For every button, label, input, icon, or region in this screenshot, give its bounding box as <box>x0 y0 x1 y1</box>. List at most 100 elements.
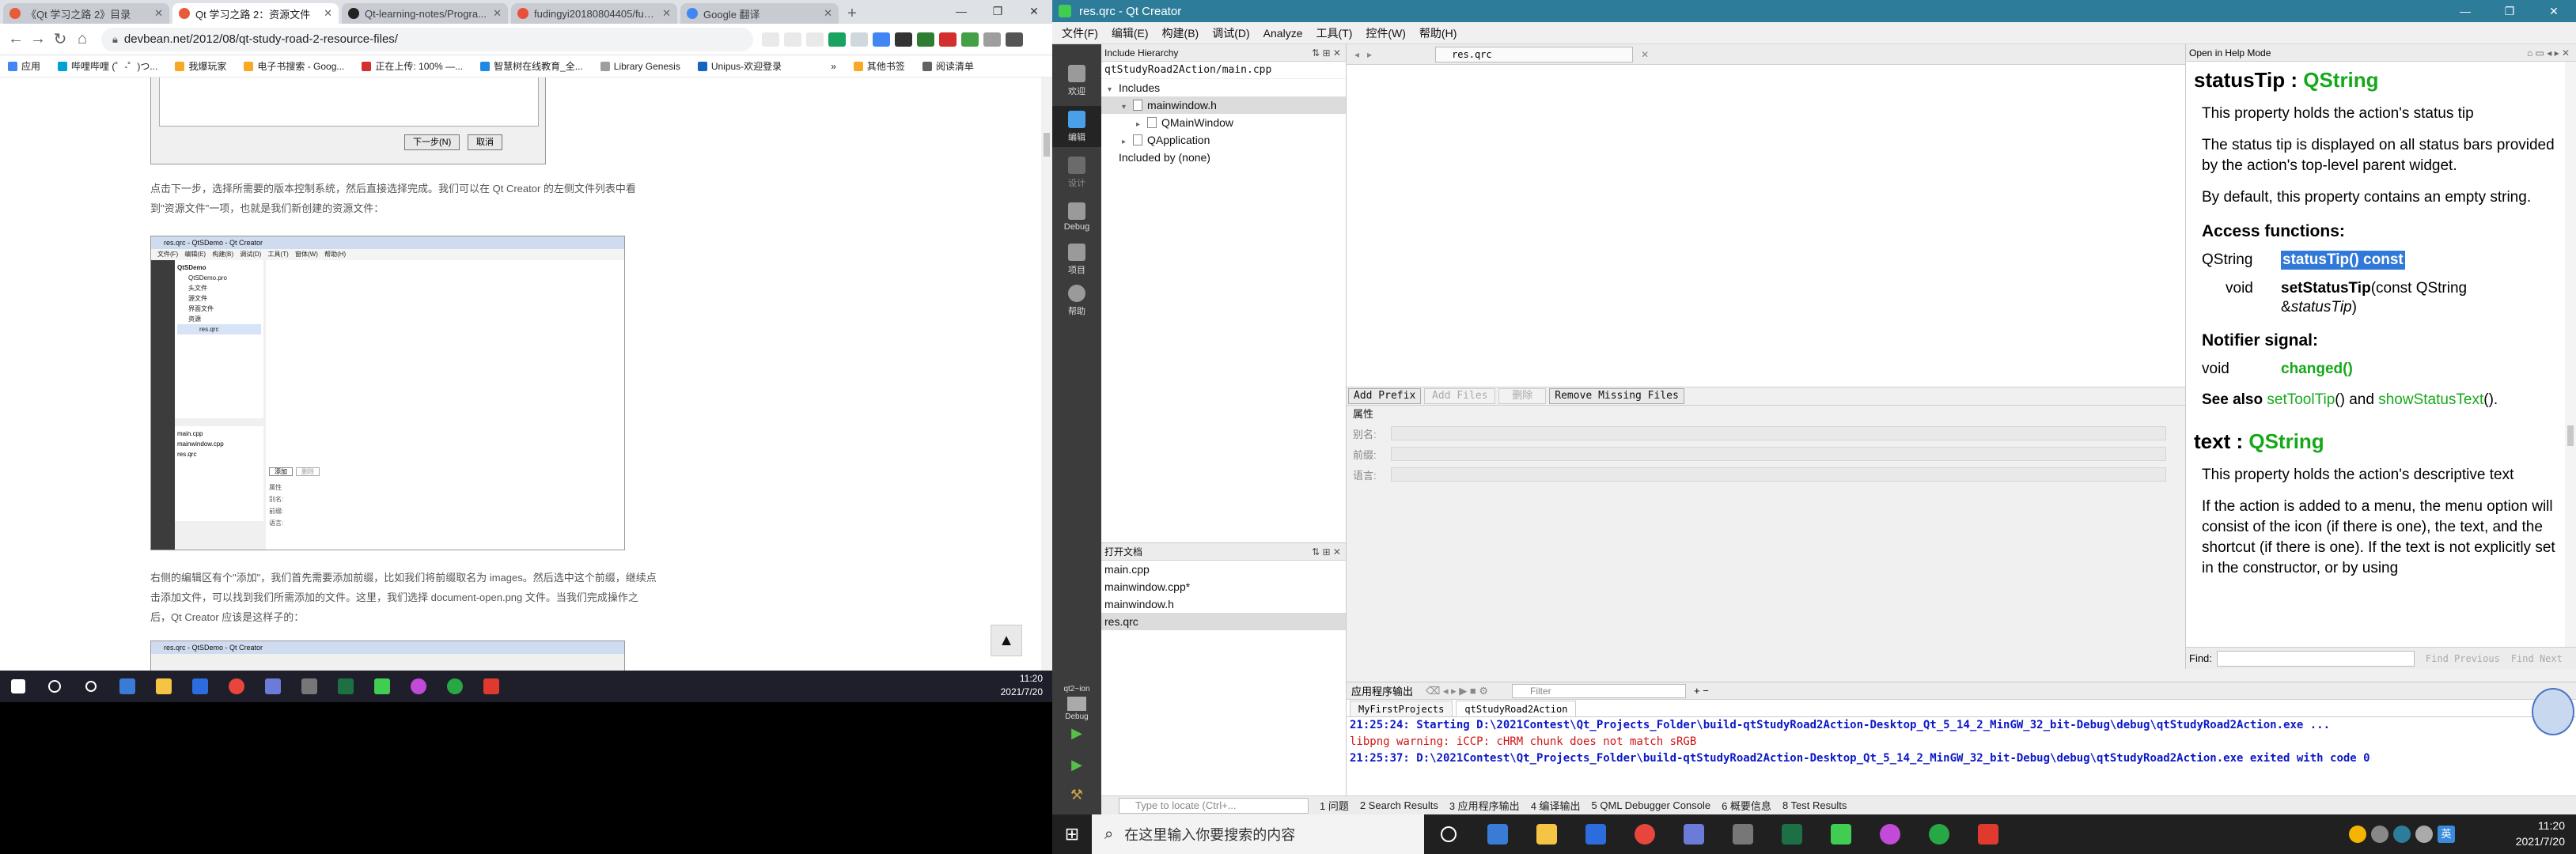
share-icon[interactable] <box>762 32 779 47</box>
type-link[interactable]: QString <box>2248 429 2324 453</box>
mail-icon[interactable] <box>109 671 146 702</box>
language-field[interactable] <box>1390 467 2166 482</box>
close-icon[interactable]: ✕ <box>324 7 332 20</box>
app-icon[interactable] <box>255 671 291 702</box>
output-pane-button[interactable]: 6 概要信息 <box>1722 798 1771 813</box>
chevron-up-icon[interactable] <box>2371 826 2388 843</box>
qt-creator-icon[interactable] <box>364 671 400 702</box>
clock[interactable]: 11:20 2021/7/20 <box>2516 818 2565 849</box>
menu-help[interactable]: 帮助(H) <box>1419 25 1457 41</box>
mode-projects[interactable]: 项目 <box>1052 239 1101 280</box>
windows-start-icon[interactable] <box>0 671 36 702</box>
app-icon[interactable] <box>1964 814 2013 854</box>
star-icon[interactable] <box>806 32 824 47</box>
hierarchy-node[interactable]: ▸ QMainWindow <box>1101 114 1346 131</box>
profile-icon[interactable] <box>1006 32 1023 47</box>
hierarchy-node[interactable]: Included by (none) <box>1101 149 1346 166</box>
close-icon[interactable]: ✕ <box>662 7 671 20</box>
remove-missing-files-button[interactable]: Remove Missing Files <box>1549 388 1684 404</box>
maximize-button[interactable]: ❐ <box>979 0 1016 24</box>
find-input[interactable] <box>2216 650 2415 667</box>
type-link[interactable]: QString <box>2303 68 2378 92</box>
pane-controls[interactable]: ⇅ ⊞ ✕ <box>1312 543 1341 561</box>
mail-icon[interactable] <box>1473 814 1522 854</box>
file-explorer-icon[interactable] <box>1522 814 1571 854</box>
store-icon[interactable] <box>1571 814 1620 854</box>
clock[interactable]: 11:20 2021/7/20 <box>1001 672 1043 699</box>
resource-tree-view[interactable] <box>1347 65 2185 387</box>
app-icon[interactable] <box>400 671 437 702</box>
menu-file[interactable]: 文件(F) <box>1062 25 1098 41</box>
menu-build[interactable]: 构建(B) <box>1162 25 1199 41</box>
hierarchy-node[interactable]: ▾ mainwindow.h <box>1101 96 1346 114</box>
menu-controls[interactable]: 控件(W) <box>1366 25 1406 41</box>
task-view-icon[interactable] <box>73 671 109 702</box>
qt-creator-icon[interactable] <box>1816 814 1866 854</box>
app-icon[interactable] <box>1915 814 1964 854</box>
browser-tab[interactable]: Qt-learning-notes/Progra... ✕ <box>342 3 508 24</box>
open-document-item-selected[interactable]: res.qrc <box>1101 613 1346 630</box>
open-document-item[interactable]: mainwindow.cpp* <box>1101 578 1346 595</box>
browser-tab[interactable]: 《Qt 学习之路 2》目录 ✕ <box>3 3 169 24</box>
signal-link[interactable]: changed() <box>2281 360 2353 379</box>
help-controls[interactable]: ⌂ ▭ ◂ ▸ ✕ <box>2527 44 2570 62</box>
output-controls[interactable]: ⌫ ◂ ▸ ▶ ■ ⚙ <box>1426 685 1488 697</box>
help-tray-icon[interactable] <box>2349 826 2366 843</box>
locator-input[interactable]: Type to locate (Ctrl+... <box>1119 797 1309 814</box>
file-explorer-icon[interactable] <box>146 671 182 702</box>
run-icon[interactable]: ▶ <box>1066 723 1087 743</box>
hierarchy-node[interactable]: ▾ Includes <box>1101 79 1346 96</box>
zoom-controls[interactable]: + − <box>1694 685 1709 697</box>
pane-title[interactable]: Include Hierarchy <box>1104 47 1178 59</box>
browser-tab[interactable]: Google 翻译 ✕ <box>680 3 839 24</box>
close-window-button[interactable]: ✕ <box>2532 0 2576 22</box>
add-prefix-button[interactable]: Add Prefix <box>1348 388 1422 404</box>
find-previous-button[interactable]: Find Previous <box>2426 653 2500 664</box>
shield-icon[interactable] <box>961 32 979 47</box>
pane-controls[interactable]: ⇅ ⊞ ✕ <box>1312 44 1341 62</box>
bookmark[interactable]: 正在上传: 100% —... <box>362 59 463 73</box>
output-pane-button[interactable]: 5 QML Debugger Console <box>1592 799 1711 811</box>
translate-ext-icon[interactable] <box>873 32 890 47</box>
mode-edit[interactable]: 编辑 <box>1052 106 1101 147</box>
maximize-button[interactable]: ❐ <box>2487 0 2532 22</box>
output-pane-button[interactable]: 2 Search Results <box>1360 799 1438 811</box>
ime-indicator[interactable]: 英 <box>2438 826 2455 843</box>
chevron-down-icon[interactable]: ▾ <box>1122 99 1133 116</box>
bookmark[interactable]: Library Genesis <box>600 61 680 72</box>
check-icon[interactable] <box>850 32 868 47</box>
calculator-icon[interactable] <box>291 671 328 702</box>
bookmark[interactable]: Unipus-欢迎登录 <box>697 59 782 73</box>
home-icon[interactable]: ⌂ <box>71 30 93 48</box>
bookmark[interactable]: 哔哩哔哩 (゜-゜)つ... <box>58 59 157 73</box>
debug-run-icon[interactable]: ▶ <box>1066 754 1087 775</box>
output-filter-input[interactable]: Filter <box>1512 683 1687 698</box>
forward-arrow-icon[interactable]: ▸ <box>1367 49 1372 60</box>
reload-icon[interactable]: ↻ <box>49 29 71 49</box>
prefix-field[interactable] <box>1390 447 2166 461</box>
network-icon[interactable] <box>2393 826 2411 843</box>
bookmark[interactable]: 电子书搜索 - Goog... <box>244 59 344 73</box>
assistant-avatar-image[interactable] <box>2532 688 2574 735</box>
see-also-link[interactable]: setToolTip <box>2267 391 2335 408</box>
reading-list[interactable]: 阅读清单 <box>922 59 974 73</box>
kit-selector[interactable]: qt2~ion Debug <box>1052 685 1101 721</box>
address-bar[interactable]: 🔒︎ devbean.net/2012/08/qt-study-road-2-re… <box>101 27 753 51</box>
alias-field[interactable] <box>1390 426 2166 440</box>
menu-debug[interactable]: 调试(D) <box>1212 25 1249 41</box>
hierarchy-node[interactable]: ▸ QApplication <box>1101 131 1346 149</box>
app-icon[interactable] <box>1669 814 1718 854</box>
close-document-icon[interactable]: ✕ <box>1641 49 1649 60</box>
menu-edit[interactable]: 编辑(E) <box>1112 25 1149 41</box>
bookmark[interactable]: 应用 <box>8 59 40 73</box>
find-next-button[interactable]: Find Next <box>2511 653 2563 664</box>
back-arrow-icon[interactable]: ◂ <box>1354 49 1359 60</box>
see-also-link[interactable]: showStatusText <box>2378 391 2483 408</box>
bookmark[interactable]: 智慧树在线教育_全... <box>480 59 583 73</box>
more-bookmarks-icon[interactable]: » <box>831 61 836 72</box>
menu-analyze[interactable]: Analyze <box>1263 27 1303 40</box>
document-selector[interactable]: res.qrc <box>1435 46 1634 62</box>
bookmark[interactable]: 我爆玩家 <box>175 59 226 73</box>
search-icon[interactable] <box>36 671 73 702</box>
pane-title[interactable]: 打开文档 <box>1104 546 1142 557</box>
